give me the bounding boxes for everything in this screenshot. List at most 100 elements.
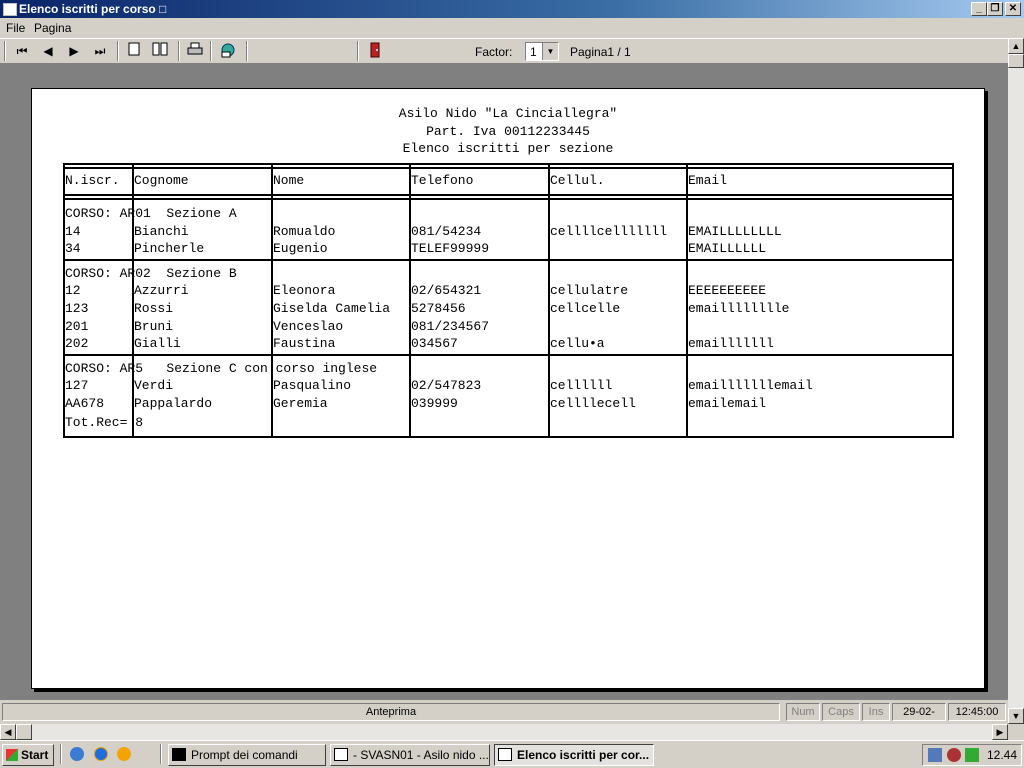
window-icon (498, 748, 512, 761)
table-cell: cellllll (550, 378, 613, 394)
restore-button[interactable]: ❐ (987, 2, 1003, 16)
status-mode: Anteprima (2, 703, 780, 721)
next-page-icon[interactable]: ▶ (64, 42, 84, 60)
group-separator (63, 258, 954, 261)
table-cell: 081/54234 (411, 223, 482, 239)
group-title: CORSO: AR01 Sezione A (65, 206, 237, 221)
table-cell: Gialli (134, 336, 181, 352)
task-label: - SVASN01 - Asilo nido ... (353, 748, 489, 762)
factor-select[interactable]: 1 ▼ (525, 42, 559, 61)
table-cell: 039999 (411, 396, 458, 411)
menu-file[interactable]: File (6, 21, 25, 35)
toolbar-grip (4, 41, 6, 61)
menu-pagina[interactable]: Pagina (34, 21, 71, 35)
page-indicator: Pagina1 / 1 (570, 45, 631, 59)
start-button[interactable]: Start (2, 744, 54, 766)
column-divider (952, 163, 954, 439)
toolbar-separator (178, 41, 180, 61)
table-cell: 201 (65, 318, 89, 334)
table-cell: cellllecell (550, 396, 636, 411)
report-page: Asilo Nido "La Cinciallegra" Part. Iva 0… (31, 88, 985, 689)
table-cell: Faustina (273, 336, 336, 352)
column-header: Telefono (411, 173, 474, 188)
console-icon (172, 748, 186, 761)
table-border (63, 194, 954, 196)
scroll-up-icon[interactable]: ▲ (1008, 38, 1024, 54)
scroll-down-icon[interactable]: ▼ (1008, 708, 1024, 724)
table-cell: 12 (65, 283, 81, 299)
start-label: Start (21, 748, 49, 762)
minimize-button[interactable]: _ (971, 2, 987, 16)
table-cell: 5278456 (411, 301, 466, 316)
security-icon[interactable] (947, 748, 961, 762)
table-cell: 34 (65, 241, 81, 257)
print-icon[interactable] (185, 42, 205, 60)
table-cell: Pappalardo (134, 396, 213, 411)
preview-viewport[interactable]: Asilo Nido "La Cinciallegra" Part. Iva 0… (0, 64, 1008, 700)
quicklaunch-separator (60, 744, 62, 764)
chevron-down-icon[interactable]: ▼ (542, 43, 558, 60)
report-header-line-2: Part. Iva 00112233445 (426, 124, 590, 139)
column-divider (271, 163, 273, 439)
column-header: Email (688, 173, 728, 188)
single-page-icon[interactable] (124, 42, 144, 60)
report-header-line-3: Elenco iscritti per sezione (402, 141, 614, 156)
scroll-right-icon[interactable]: ▶ (992, 724, 1008, 740)
table-cell: EMAILLLLLL (688, 241, 767, 257)
column-header: Cellul. (550, 173, 605, 188)
table-cell: cellu•a (550, 336, 605, 352)
report-header-line-1: Asilo Nido "La Cinciallegra" (398, 106, 618, 121)
table-cell: Eleonora (273, 283, 336, 299)
hscroll-thumb[interactable] (16, 724, 32, 740)
export-icon[interactable] (218, 42, 238, 60)
exit-door-icon[interactable] (365, 42, 385, 60)
table-border (63, 436, 954, 439)
table-cell: AA678 (65, 396, 105, 411)
toolbar-separator (210, 41, 212, 61)
table-cell: Azzurri (134, 283, 189, 299)
table-border (63, 163, 954, 165)
internet-explorer-icon[interactable] (94, 747, 108, 761)
toolbar-separator (357, 41, 359, 61)
task-prompt[interactable]: Prompt dei comandi (168, 744, 326, 766)
network-icon[interactable] (928, 748, 942, 762)
update-icon[interactable] (965, 748, 979, 762)
task-elenco[interactable]: Elenco iscritti per cor... (494, 744, 654, 766)
table-cell: Geremia (273, 396, 328, 411)
task-svasn01[interactable]: - SVASN01 - Asilo nido ... (330, 744, 490, 766)
table-cell: 034567 (411, 336, 458, 352)
table-cell: Venceslao (273, 318, 344, 334)
close-button[interactable]: ✕ (1005, 2, 1021, 16)
table-cell: 127 (65, 378, 89, 394)
column-header: Nome (273, 173, 305, 188)
column-header: Cognome (134, 173, 189, 188)
scroll-thumb[interactable] (1008, 54, 1024, 68)
window-title: Elenco iscritti per corso □ (19, 2, 167, 16)
system-tray: 12.44 (922, 744, 1022, 766)
taskbar: Start Prompt dei comandi - SVASN01 - Asi… (0, 740, 1024, 768)
first-page-icon[interactable]: ⏮ (12, 42, 32, 60)
group-title: CORSO: AR5 Sezione C con corso inglese (65, 360, 378, 376)
table-border (63, 167, 954, 169)
table-cell: Pincherle (134, 241, 205, 257)
column-divider (63, 163, 65, 439)
menu-bar: File Pagina (0, 18, 1024, 38)
media-player-icon[interactable] (117, 747, 131, 761)
show-desktop-icon[interactable] (70, 747, 84, 761)
table-cell: cellulatre (550, 283, 629, 299)
last-page-icon[interactable]: ⏭ (90, 42, 110, 60)
horizontal-scrollbar[interactable]: ◀ ▶ (0, 724, 1008, 740)
table-cell: cellllcelllllll (550, 223, 668, 239)
table-cell: Bruni (134, 318, 174, 334)
factor-value: 1 (530, 45, 537, 59)
table-cell: 02/654321 (411, 283, 482, 299)
quicklaunch-separator (160, 744, 162, 764)
two-pages-icon[interactable] (150, 42, 170, 60)
column-header: N.iscr. (65, 173, 120, 188)
table-cell: 14 (65, 223, 81, 239)
vertical-scrollbar[interactable]: ▲ ▼ (1008, 38, 1024, 724)
scroll-left-icon[interactable]: ◀ (0, 724, 16, 740)
table-cell: Giselda Camelia (273, 301, 391, 316)
prev-page-icon[interactable]: ◀ (38, 42, 58, 60)
table-cell: 123 (65, 301, 89, 316)
